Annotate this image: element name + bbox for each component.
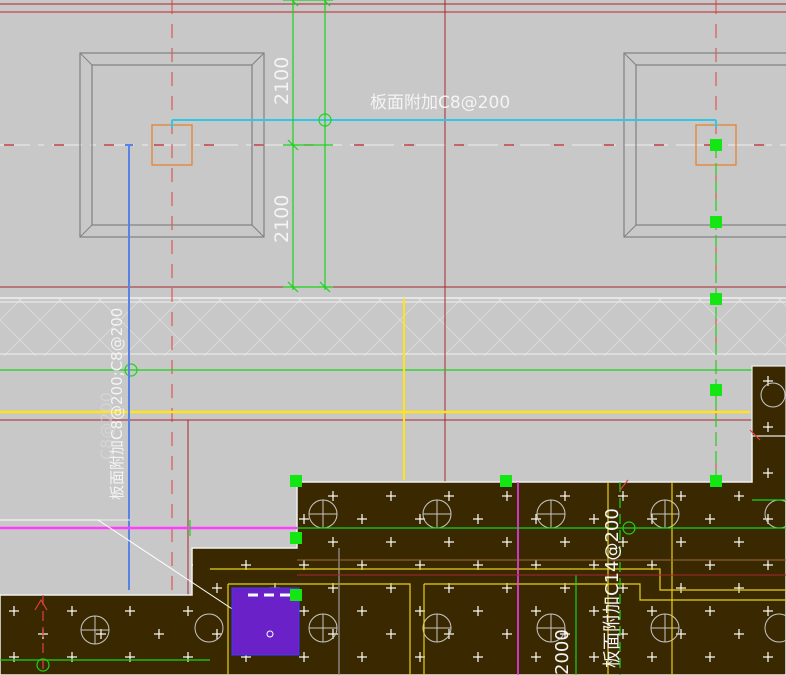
cad-drawing-canvas[interactable]: 板面附加C8@200 2100 2100 板面附加C8@200;C8@200 C… (0, 0, 786, 675)
dimension-lower-label: 2100 (271, 195, 293, 243)
vertical-rebar-faint-label: C8@200 (97, 392, 116, 460)
grip-1[interactable] (710, 139, 722, 151)
grip-7[interactable] (290, 475, 302, 487)
selected-object[interactable] (231, 587, 300, 656)
grip-4[interactable] (710, 384, 722, 396)
grip-2[interactable] (710, 216, 722, 228)
grip-6[interactable] (500, 475, 512, 487)
grip-3[interactable] (710, 293, 722, 305)
bottom-rebar-label: 板面附加C14@200 (602, 508, 623, 668)
bottom-dimension-label: 2000 (552, 629, 573, 675)
grip-5[interactable] (710, 475, 722, 487)
dimension-upper-label: 2100 (271, 57, 293, 105)
grip-9[interactable] (290, 589, 302, 601)
top-rebar-label: 板面附加C8@200 (370, 93, 510, 113)
grip-8[interactable] (290, 532, 302, 544)
